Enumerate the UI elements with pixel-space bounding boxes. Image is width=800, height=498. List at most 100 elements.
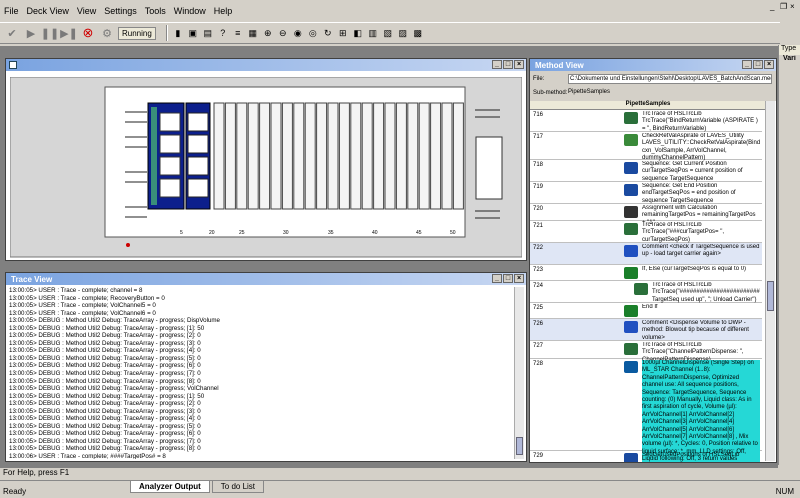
- sample-carrier-lane: [452, 102, 464, 210]
- sample-carrier-lane: [441, 102, 453, 210]
- axis-tick-40: 40: [372, 230, 378, 236]
- sample-carrier-lane: [373, 102, 385, 210]
- method-step-row[interactable]: 724 TrcTrace of HSLTrcLib TrcTrace("#####…: [530, 281, 762, 303]
- trace-icon: [624, 343, 638, 355]
- method-step-row[interactable]: 725 End If: [530, 303, 762, 319]
- zoom-out-icon[interactable]: ⊖: [277, 27, 289, 39]
- trace-line[interactable]: 13:00:05> DEBUG : Method Util2 Debug: Tr…: [9, 378, 515, 386]
- method-step-row[interactable]: 727 TrcTrace of HSLTrcLib TrcTrace("Chann…: [530, 341, 762, 363]
- menu-window[interactable]: Window: [174, 6, 206, 16]
- trace-line[interactable]: 13:00:05> DEBUG : Method Util2 Debug: Tr…: [9, 415, 515, 423]
- maximize-icon[interactable]: □: [503, 274, 513, 283]
- method-step-list[interactable]: 716 TrcTrace of HSLTrcLib TrcTrace("BindR…: [530, 110, 766, 462]
- trace-line[interactable]: 13:00:05> DEBUG : Method Util2 Debug: Tr…: [9, 423, 515, 431]
- minimize-icon[interactable]: _: [770, 2, 778, 11]
- tab-to-do-list[interactable]: To do List: [211, 481, 265, 493]
- restore-icon[interactable]: ❐: [780, 2, 788, 11]
- method-step-row[interactable]: 717 CheckRetValAspirate of LAVES_Utility …: [530, 132, 762, 161]
- close-icon[interactable]: ×: [790, 2, 798, 11]
- step-icon[interactable]: ▶❚: [60, 25, 78, 41]
- list-icon[interactable]: ≡: [232, 27, 244, 39]
- menu-help[interactable]: Help: [214, 6, 233, 16]
- method-step-row[interactable]: 721 TrcTrace of HSLTrcLib TrcTrace("###cu…: [530, 221, 762, 243]
- scrollbar-thumb[interactable]: [516, 437, 523, 455]
- step-description: 1000µl ChannelDispense (Single Step) on …: [642, 360, 760, 462]
- trace-log[interactable]: 13:00:05> USER : Trace - complete; chann…: [9, 287, 515, 459]
- scrollbar-thumb[interactable]: [767, 281, 774, 311]
- method-scrollbar[interactable]: [765, 101, 775, 461]
- method-step-row[interactable]: 716 TrcTrace of HSLTrcLib TrcTrace("BindR…: [530, 110, 762, 132]
- window-icon: [9, 61, 17, 69]
- trace-line[interactable]: 13:00:05> DEBUG : Method Util2 Debug: Tr…: [9, 445, 515, 453]
- trace-line[interactable]: 13:00:05> USER : Trace - complete; VolCh…: [9, 302, 515, 310]
- menu-tools[interactable]: Tools: [145, 6, 166, 16]
- method-step-row[interactable]: 719 Sequence: Get End Position endTargetS…: [530, 182, 762, 204]
- menu-file[interactable]: File: [4, 6, 19, 16]
- cut-icon[interactable]: ▮: [172, 27, 184, 39]
- center-icon[interactable]: ◎: [307, 27, 319, 39]
- trace-line[interactable]: 13:00:05> DEBUG : Method Util2 Debug: Tr…: [9, 332, 515, 340]
- sample-carrier-lane: [304, 102, 316, 210]
- method-step-row[interactable]: 720 Assignment with Calculation remaining…: [530, 204, 762, 226]
- minimize-icon[interactable]: _: [492, 60, 502, 69]
- axis-tick-20: 20: [209, 230, 215, 236]
- trace-line[interactable]: 13:00:05> DEBUG : Method Util2 Debug: Tr…: [9, 370, 515, 378]
- layout-3d-icon[interactable]: ◧: [352, 27, 364, 39]
- pause-icon[interactable]: ❚❚: [41, 25, 59, 41]
- method-step-row[interactable]: 722 Comment <check if TargetSequence is u…: [530, 243, 762, 265]
- deck-view-icon[interactable]: ⊞: [337, 27, 349, 39]
- trace-line[interactable]: 13:00:05> DEBUG : Method Util2 Debug: Tr…: [9, 400, 515, 408]
- maximize-icon[interactable]: □: [503, 60, 513, 69]
- print-icon[interactable]: ▤: [202, 27, 214, 39]
- trace-line[interactable]: 13:00:05> DEBUG : Method Util2 Debug: Tr…: [9, 393, 515, 401]
- check-icon[interactable]: ✔: [4, 25, 20, 41]
- front-view-icon[interactable]: ▥: [367, 27, 379, 39]
- trace-scrollbar[interactable]: [514, 287, 524, 459]
- trace-line[interactable]: 13:00:05> USER : Trace - complete; chann…: [9, 287, 515, 295]
- trace-line[interactable]: 13:00:05> DEBUG : Method Util2 Debug: Tr…: [9, 430, 515, 438]
- method-step-row[interactable]: 718 Sequence: Get Current Position curTar…: [530, 160, 762, 182]
- trace-line[interactable]: 13:00:05> USER : Trace - complete; VolCh…: [9, 310, 515, 318]
- rotate-icon[interactable]: ↻: [322, 27, 334, 39]
- trace-line[interactable]: 13:00:05> DEBUG : Method Util2 Debug: Tr…: [9, 347, 515, 355]
- copy-icon[interactable]: ▣: [187, 27, 199, 39]
- tab-analyzer-output[interactable]: Analyzer Output: [130, 481, 210, 493]
- method-step-row[interactable]: 728 1000µl ChannelDispense (Single Step) …: [530, 359, 762, 462]
- pipette-icon[interactable]: ⚙: [99, 25, 115, 41]
- method-step-row[interactable]: 723 If, Else (curTargetSeqPos is equal to…: [530, 265, 762, 281]
- step-number: 719: [533, 184, 544, 190]
- trace-line[interactable]: 13:00:05> DEBUG : Method Util2 Debug: Tr…: [9, 438, 515, 446]
- minimize-icon[interactable]: _: [742, 60, 752, 69]
- trace-line[interactable]: 13:00:05> DEBUG : Method Util2 Debug: Tr…: [9, 385, 515, 393]
- menu-deck-view[interactable]: Deck View: [27, 6, 69, 16]
- trace-line[interactable]: 13:00:05> USER : Trace - complete; Recov…: [9, 295, 515, 303]
- trace-line[interactable]: 13:00:05> DEBUG : Method Util2 Debug: Tr…: [9, 325, 515, 333]
- abort-icon[interactable]: ⊗: [80, 25, 96, 41]
- trace-line[interactable]: 13:00:05> DEBUG : Method Util2 Debug: Tr…: [9, 340, 515, 348]
- close-icon[interactable]: ×: [514, 60, 524, 69]
- zoom-fit-icon[interactable]: ◉: [292, 27, 304, 39]
- deck-drawing: 5 20 25 30 35 40 45 50: [9, 76, 523, 258]
- step-description: End If: [642, 304, 658, 310]
- top-view-icon[interactable]: ▨: [397, 27, 409, 39]
- labware-icon[interactable]: ▩: [412, 27, 424, 39]
- method-step-row[interactable]: 726 Comment <Dispense Volume to DWP - met…: [530, 319, 762, 341]
- close-icon[interactable]: ×: [514, 274, 524, 283]
- side-view-icon[interactable]: ▧: [382, 27, 394, 39]
- trace-line[interactable]: 13:00:05> DEBUG : Method Util2 Debug: Tr…: [9, 317, 515, 325]
- grid-icon[interactable]: ▦: [247, 27, 259, 39]
- help-icon[interactable]: ?: [217, 27, 229, 39]
- zoom-in-icon[interactable]: ⊕: [262, 27, 274, 39]
- trace-line[interactable]: 13:00:06> USER : Trace - complete; ####T…: [9, 453, 515, 459]
- method-step-row[interactable]: 729 SeqGetUsedPositions of HSLSeqLib: [530, 451, 762, 462]
- minimize-icon[interactable]: _: [492, 274, 502, 283]
- menu-view[interactable]: View: [77, 6, 96, 16]
- menu-settings[interactable]: Settings: [104, 6, 137, 16]
- trace-line[interactable]: 13:00:05> DEBUG : Method Util2 Debug: Tr…: [9, 355, 515, 363]
- toolbar-separator: [165, 25, 168, 41]
- trace-line[interactable]: 13:00:05> DEBUG : Method Util2 Debug: Tr…: [9, 408, 515, 416]
- maximize-icon[interactable]: □: [753, 60, 763, 69]
- trace-line[interactable]: 13:00:05> DEBUG : Method Util2 Debug: Tr…: [9, 362, 515, 370]
- play-icon[interactable]: ▶: [23, 25, 39, 41]
- close-icon[interactable]: ×: [764, 60, 774, 69]
